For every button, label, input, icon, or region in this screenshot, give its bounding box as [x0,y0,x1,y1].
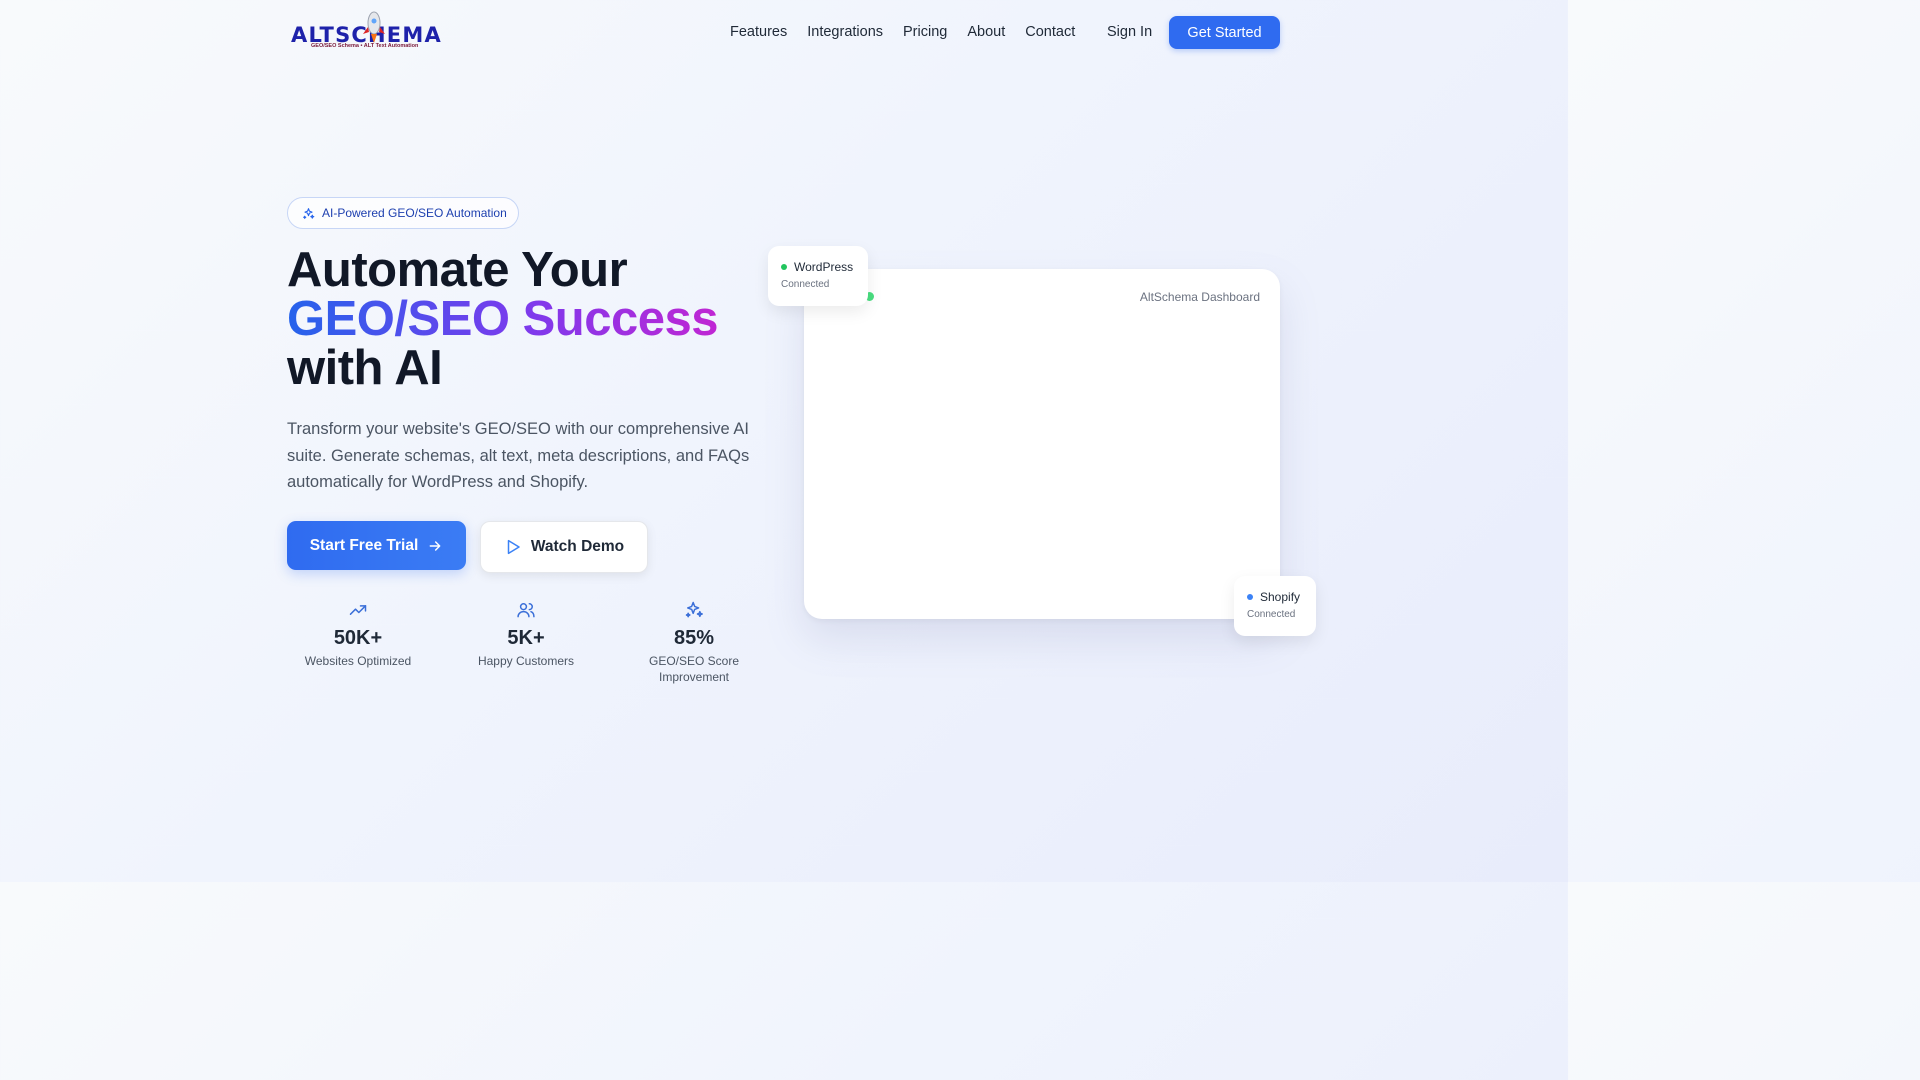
hero-headline: Automate Your GEO/SEO Success with AI [287,243,719,395]
logo-tagline: GEO/SEO Schema • ALT Text Automation [311,43,419,49]
hero-description: Transform your website's GEO/SEO with ou… [287,420,750,491]
status-dot [781,264,787,270]
badge-label: AI-Powered GEO/SEO Automation [322,206,507,220]
integration-name: Shopify [1260,590,1301,604]
integration-status: Connected [1247,609,1296,620]
top-nav: ALTSCHEMA GEO/SEO Schema • ALT Text Auto… [0,0,1568,66]
dashboard-title: AltSchema Dashboard [1139,290,1260,304]
headline-line-1: Automate Your [287,243,628,297]
stat-value: 85% [673,627,715,649]
stat-label: Happy Customers [477,654,575,668]
integration-name: WordPress [794,260,854,274]
watch-demo-label: Watch Demo [530,538,625,555]
shopify-integration-card: Shopify Connected [1234,576,1316,636]
stat-value: 5K+ [507,627,545,649]
nav-link-pricing[interactable]: Pricing [903,24,947,40]
watch-demo-button[interactable]: Watch Demo [480,521,648,573]
nav-link-features[interactable]: Features [730,24,787,40]
nav-link-about[interactable]: About [967,24,1005,40]
stat-label: Websites Optimized [304,654,412,668]
sparkles-icon [303,207,315,219]
stat-websites-optimized: 50K+ Websites Optimized [278,600,438,669]
users-icon [517,603,535,618]
play-icon [507,539,520,555]
brand-logo[interactable]: ALTSCHEMA GEO/SEO Schema • ALT Text Auto… [291,10,451,54]
arrow-right-icon [429,540,441,551]
nav-link-integrations[interactable]: Integrations [807,24,883,40]
stat-score-improvement: 85% GEO/SEO Score Improvement [614,600,774,685]
rocket-icon [363,11,385,43]
headline-line-3: with AI [287,341,443,395]
wordpress-integration-card: WordPress Connected [768,246,868,306]
stat-happy-customers: 5K+ Happy Customers [446,600,606,669]
start-free-trial-label: Start Free Trial [309,536,419,554]
sparkles-icon [685,601,703,618]
start-free-trial-button[interactable]: Start Free Trial [287,521,466,570]
stat-value: 50K+ [333,627,383,649]
trending-up-icon [349,605,367,615]
headline-gradient: GEO/SEO Success [287,292,719,346]
status-dot [1247,594,1253,600]
integration-status: Connected [781,279,830,290]
stat-label: GEO/SEO Score Improvement [648,654,740,684]
nav-links: Features Integrations Pricing About Cont… [730,24,1095,40]
get-started-button[interactable]: Get Started [1169,16,1280,49]
hero-badge: AI-Powered GEO/SEO Automation [287,197,519,229]
sign-in-link[interactable]: Sign In [1107,24,1152,40]
nav-link-contact[interactable]: Contact [1025,24,1075,40]
dashboard-preview: AltSchema Dashboard [804,269,1280,619]
